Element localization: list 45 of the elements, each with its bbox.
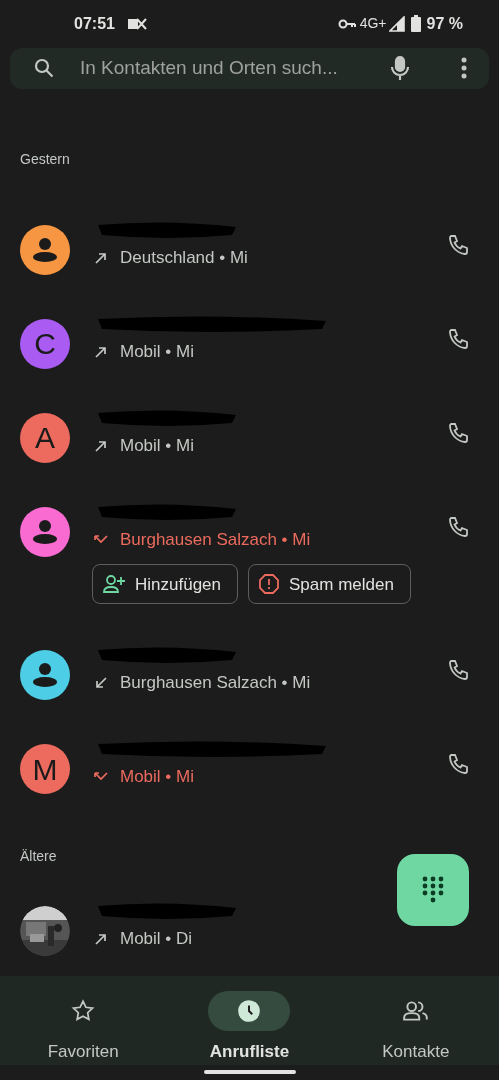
phone-icon[interactable] <box>447 326 471 351</box>
call-details: Mobil • Mi <box>120 434 194 457</box>
call-details: Burghausen Salzach • Mi <box>120 528 311 551</box>
phone-icon[interactable] <box>447 658 471 683</box>
battery-icon <box>410 15 421 33</box>
section-header: Gestern <box>20 150 70 167</box>
battery-percent: 97 % <box>426 13 463 34</box>
call-log-item[interactable]: Burghausen Salzach • Mi <box>0 626 499 721</box>
dialpad-button[interactable] <box>397 854 469 926</box>
microphone-icon[interactable] <box>389 55 411 82</box>
key-icon <box>337 17 356 30</box>
call-details: Mobil • Di <box>120 928 193 951</box>
call-details: Burghausen Salzach • Mi <box>120 672 311 695</box>
phone-icon[interactable] <box>447 752 471 777</box>
phone-icon[interactable] <box>447 232 471 257</box>
call-log-item[interactable]: Mobil • Di <box>0 882 499 977</box>
status-time: 07:51 <box>74 13 115 34</box>
more-options-icon[interactable] <box>461 57 467 80</box>
call-details: Mobil • Mi <box>120 340 194 363</box>
phone-icon[interactable] <box>447 420 471 445</box>
phone-icon[interactable] <box>447 514 471 539</box>
report-spam-button[interactable]: Spam melden <box>248 564 411 605</box>
network-type: 4G+ <box>359 14 387 34</box>
call-log-item[interactable]: A Mobil • Mi <box>0 388 499 483</box>
navigation-tab[interactable]: Favoriten <box>0 976 167 1065</box>
signal-icon <box>388 15 405 32</box>
call-log-item[interactable]: Deutschland • Mi <box>0 200 499 295</box>
call-log-item[interactable]: C Mobil • Mi <box>0 294 499 389</box>
dialpad-icon <box>422 876 444 904</box>
call-log-item[interactable]: Burghausen Salzach • Mi Hinzufügen Spam melden <box>0 482 499 627</box>
call-details: Deutschland • Mi <box>120 246 248 269</box>
search-field[interactable]: In Kontakten und Orten such... <box>10 47 489 89</box>
call-details: Mobil • Mi <box>120 766 194 789</box>
clock-icon <box>236 998 263 1025</box>
add-contact-button[interactable]: Hinzufügen <box>92 564 238 605</box>
section-header: Ältere <box>20 848 57 865</box>
contact-avatar: A <box>20 412 70 463</box>
search-input[interactable]: In Kontakten und Orten such... <box>80 54 381 83</box>
navigation-tab[interactable]: Kontakte <box>332 976 499 1065</box>
contact-avatar: M <box>20 744 70 795</box>
add-person-icon <box>103 574 125 595</box>
contact-avatar: C <box>20 318 70 369</box>
alert-icon <box>259 574 279 595</box>
navigation-tab[interactable]: Anrufliste <box>166 976 333 1065</box>
call-log-item[interactable]: M Mobil • Mi <box>0 720 499 815</box>
